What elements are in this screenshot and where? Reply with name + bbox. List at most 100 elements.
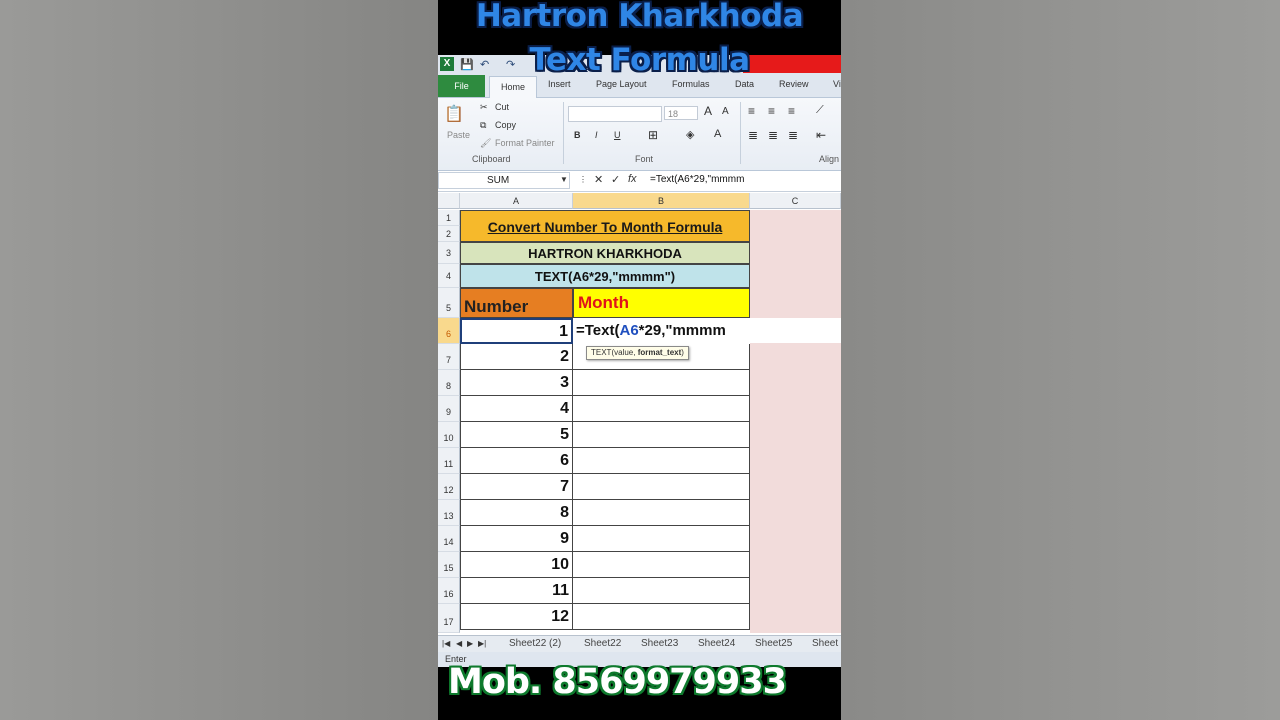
tab-page-layout[interactable]: Page Layout	[596, 79, 647, 89]
month-cell[interactable]	[573, 604, 750, 630]
font-size-box[interactable]: 18	[664, 106, 698, 120]
grow-font-icon[interactable]: A	[704, 104, 712, 118]
align-bottom-icon[interactable]: ≡	[788, 104, 795, 118]
column-header-b[interactable]: B	[573, 193, 750, 209]
enter-icon[interactable]: ✓	[611, 173, 620, 186]
align-middle-icon[interactable]: ≡	[768, 104, 775, 118]
month-cell[interactable]	[573, 448, 750, 474]
month-cell[interactable]	[573, 422, 750, 448]
number-cell[interactable]: 2	[460, 344, 573, 370]
column-c-cells[interactable]	[750, 210, 841, 633]
orientation-icon[interactable]: ⟋	[816, 104, 824, 117]
number-cell[interactable]: 3	[460, 370, 573, 396]
align-right-icon[interactable]: ≣	[788, 128, 798, 142]
row-header[interactable]: 16	[438, 578, 460, 604]
number-cell[interactable]: 1	[460, 318, 573, 344]
tooltip-argument[interactable]: format_text	[638, 348, 682, 357]
italic-button[interactable]: I	[595, 130, 598, 140]
row-header[interactable]: 15	[438, 552, 460, 578]
shrink-font-icon[interactable]: A	[722, 106, 729, 117]
number-cell[interactable]: 8	[460, 500, 573, 526]
month-cell[interactable]	[573, 552, 750, 578]
sheet-subtitle-cell[interactable]: HARTRON KHARKHODA	[460, 242, 750, 264]
indent-icon[interactable]: ⇤	[816, 128, 826, 142]
select-all-corner[interactable]	[438, 193, 460, 209]
header-month-cell[interactable]: Month	[573, 288, 750, 318]
underline-button[interactable]: U	[614, 130, 621, 140]
row-header-active[interactable]: 6	[438, 318, 460, 344]
font-name-box[interactable]	[568, 106, 662, 122]
row-header[interactable]: 7	[438, 344, 460, 370]
header-number-cell[interactable]: Number	[460, 288, 573, 318]
tab-file[interactable]: File	[438, 75, 485, 97]
month-cell[interactable]	[573, 578, 750, 604]
row-header[interactable]: 8	[438, 370, 460, 396]
copy-button[interactable]: Copy	[495, 120, 516, 130]
insert-function-icon[interactable]: fx	[628, 173, 637, 185]
month-cell[interactable]	[573, 474, 750, 500]
row-header[interactable]: 12	[438, 474, 460, 500]
number-cell[interactable]: 6	[460, 448, 573, 474]
last-sheet-icon[interactable]: ▶|	[478, 639, 486, 648]
prev-sheet-icon[interactable]: ◀	[456, 639, 462, 648]
row-header[interactable]: 9	[438, 396, 460, 422]
tab-review[interactable]: Review	[779, 79, 809, 89]
sheet-tab[interactable]: Sheet23	[641, 638, 678, 649]
paste-icon[interactable]: 📋	[444, 104, 464, 124]
fill-color-icon[interactable]: ◈	[686, 128, 694, 141]
row-header[interactable]: 5	[438, 288, 460, 318]
paste-button[interactable]: Paste	[447, 130, 470, 140]
row-header[interactable]: 2	[438, 226, 460, 242]
first-sheet-icon[interactable]: |◀	[442, 639, 450, 648]
borders-icon[interactable]: ⊞	[648, 128, 658, 142]
font-color-icon[interactable]: A	[714, 128, 721, 140]
row-header[interactable]: 1	[438, 210, 460, 226]
cell-edit-box[interactable]: =Text(A6*29,"mmmm	[573, 318, 841, 343]
tab-data[interactable]: Data	[735, 79, 754, 89]
cut-button[interactable]: Cut	[495, 102, 509, 112]
row-header[interactable]: 3	[438, 242, 460, 264]
month-cell[interactable]	[573, 370, 750, 396]
row-header[interactable]: 10	[438, 422, 460, 448]
format-painter-icon[interactable]: 🖌	[480, 138, 491, 149]
formula-caption-cell[interactable]: TEXT(A6*29,"mmmm")	[460, 264, 750, 288]
cut-icon[interactable]: ✂	[480, 102, 488, 113]
month-cell[interactable]	[573, 500, 750, 526]
name-box-dropdown-icon[interactable]: ▼	[560, 175, 568, 184]
sheet-tab[interactable]: Sheet	[812, 638, 838, 649]
sheet-title-cell[interactable]: Convert Number To Month Formula	[460, 210, 750, 242]
tab-formulas[interactable]: Formulas	[672, 79, 710, 89]
bold-button[interactable]: B	[574, 130, 581, 140]
column-header-c[interactable]: C	[750, 193, 841, 209]
name-box[interactable]: SUM	[438, 172, 570, 189]
tab-insert[interactable]: Insert	[548, 79, 571, 89]
sheet-tab[interactable]: Sheet24	[698, 638, 735, 649]
number-cell[interactable]: 4	[460, 396, 573, 422]
align-left-icon[interactable]: ≣	[748, 128, 758, 142]
row-header[interactable]: 14	[438, 526, 460, 552]
cancel-icon[interactable]: ✕	[594, 173, 603, 186]
month-cell[interactable]	[573, 396, 750, 422]
row-header[interactable]: 4	[438, 264, 460, 288]
row-header[interactable]: 13	[438, 500, 460, 526]
align-center-icon[interactable]: ≣	[768, 128, 778, 142]
number-cell[interactable]: 9	[460, 526, 573, 552]
month-cell[interactable]	[573, 526, 750, 552]
row-header[interactable]: 17	[438, 604, 460, 633]
number-cell[interactable]: 12	[460, 604, 573, 630]
format-painter-button[interactable]: Format Painter	[495, 138, 555, 148]
next-sheet-icon[interactable]: ▶	[467, 639, 473, 648]
copy-icon[interactable]: ⧉	[480, 120, 486, 131]
row-header[interactable]: 11	[438, 448, 460, 474]
number-cell[interactable]: 7	[460, 474, 573, 500]
align-top-icon[interactable]: ≡	[748, 104, 755, 118]
sheet-tab[interactable]: Sheet22	[584, 638, 621, 649]
number-cell[interactable]: 10	[460, 552, 573, 578]
sheet-tab[interactable]: Sheet25	[755, 638, 792, 649]
tab-home[interactable]: Home	[489, 76, 537, 98]
sheet-tab[interactable]: Sheet22 (2)	[509, 638, 561, 649]
tab-view[interactable]: Vi	[833, 79, 841, 89]
column-header-a[interactable]: A	[460, 193, 573, 209]
number-cell[interactable]: 11	[460, 578, 573, 604]
formula-input[interactable]: =Text(A6*29,"mmmm	[650, 174, 744, 185]
